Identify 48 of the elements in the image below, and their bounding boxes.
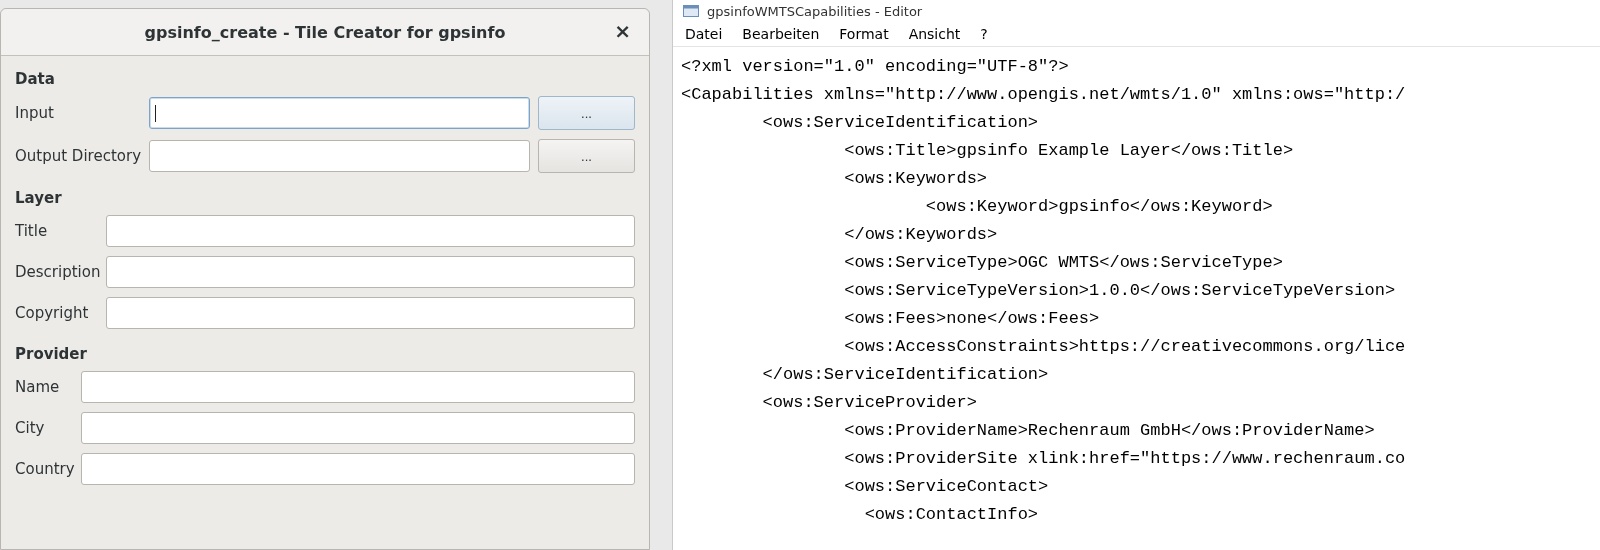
menu-item[interactable]: Datei [685,26,723,42]
code-line: <ows:ServiceContact> [843,476,1050,498]
field-label: Name [15,378,61,396]
text-field[interactable] [80,412,635,444]
text-field[interactable] [149,97,530,129]
field-label: City [15,419,46,437]
text-field[interactable] [80,371,635,403]
browse-button[interactable]: ... [538,139,635,173]
text-cursor [155,105,156,122]
window-title: gpsinfoWMTSCapabilities - Editor [707,3,923,19]
code-line: <ows:Keywords> [843,168,989,190]
code-line: <ows:Title>gpsinfo Example Layer</ows:Title> [843,140,1295,162]
field-label: Output Directory [15,147,141,165]
code-line: <ows:Fees>none</ows:Fees> [843,308,1101,330]
window-title: gpsinfo_create - Tile Creator for gpsinfo [144,22,506,42]
code-line: <ows:ServiceType>OGC WMTS</ows:ServiceType> [843,252,1284,274]
code-line: <ows:Keyword>gpsinfo</ows:Keyword> [924,196,1274,218]
section-heading: Provider [15,345,88,363]
menu-item[interactable]: Format [839,26,889,42]
text-field[interactable] [106,215,635,247]
code-line: <ows:ServiceIdentification> [761,112,1040,134]
code-line: </ows:ServiceIdentification> [761,364,1050,386]
text-field[interactable] [80,453,635,485]
section-heading: Layer [15,189,63,207]
code-line: <ows:ContactInfo> [863,504,1040,526]
code-line: <ows:ServiceTypeVersion>1.0.0</ows:ServiceTypeVersion> [843,280,1397,302]
notepad-icon [683,5,699,17]
field-label: Description [15,263,101,281]
field-label: Title [15,222,49,240]
field-label: Input [15,104,55,122]
menu-item[interactable]: Ansicht [908,26,961,42]
field-label: Copyright [15,304,90,322]
browse-button[interactable]: ... [538,96,635,130]
code-line: <ows:ServiceProvider> [761,392,978,414]
code-line: <ows:AccessConstraints>https://creativecommons.org/lice [843,336,1407,358]
close-button[interactable]: × [610,20,635,42]
text-field[interactable] [149,140,530,172]
code-line: </ows:Keywords> [843,224,999,246]
section-heading: Data [15,70,56,88]
code-line: <Capabilities xmlns="http://www.opengis.net/wmts/1.0" xmlns:ows="http:/ [681,84,1407,106]
code-line: <ows:ProviderSite xlink:href="https://www.rechenraum.co [843,448,1407,470]
menu-item[interactable]: ? [980,26,988,42]
field-label: Country [15,460,75,478]
text-field[interactable] [106,297,635,329]
text-field[interactable] [106,256,635,288]
menu-item[interactable]: Bearbeiten [742,26,820,42]
code-line: <ows:ProviderName>Rechenraum GmbH</ows:ProviderName> [843,420,1376,442]
code-line: <?xml version="1.0" encoding="UTF-8"?> [681,56,1070,78]
